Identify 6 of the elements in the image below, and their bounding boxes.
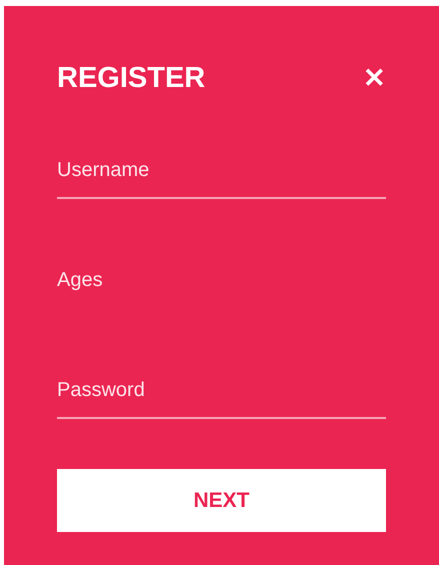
- next-button[interactable]: NEXT: [57, 469, 386, 532]
- input-field[interactable]: Username: [57, 151, 386, 199]
- input-field[interactable]: Ages: [57, 261, 386, 309]
- form-title: REGISTER: [57, 64, 206, 93]
- input-field[interactable]: Password: [57, 371, 386, 419]
- close-button[interactable]: ✕: [363, 65, 386, 92]
